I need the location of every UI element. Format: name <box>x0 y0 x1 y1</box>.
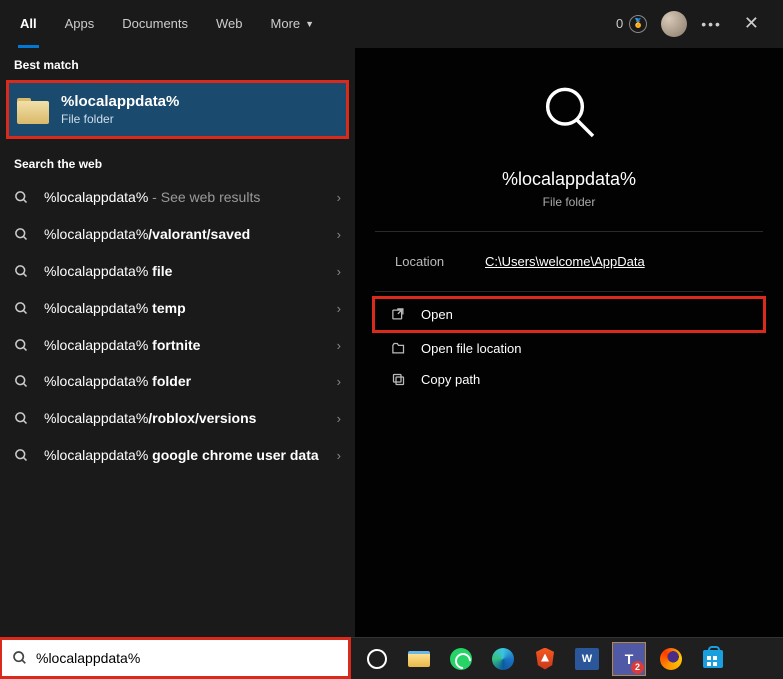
preview-title: %localappdata% <box>375 169 763 190</box>
chevron-right-icon[interactable]: › <box>337 190 341 205</box>
tab-more[interactable]: More▼ <box>257 0 329 48</box>
best-match-result[interactable]: %localappdata% File folder <box>6 80 349 139</box>
firefox-button[interactable] <box>657 645 685 673</box>
best-match-title: %localappdata% <box>61 93 179 110</box>
action-open-location[interactable]: Open file location <box>375 333 763 364</box>
main-content: Best match %localappdata% File folder Se… <box>0 48 783 637</box>
location-row: Location C:\Users\welcome\AppData <box>375 232 763 292</box>
rewards-indicator[interactable]: 0 🏅 <box>616 15 647 33</box>
copy-icon <box>389 372 407 387</box>
web-results-list: %localappdata% - See web results › %loca… <box>0 179 355 474</box>
web-result-label: %localappdata% folder <box>44 372 329 391</box>
web-result[interactable]: %localappdata% fortnite › <box>0 327 355 364</box>
search-input[interactable] <box>36 650 348 666</box>
web-result-label: %localappdata% google chrome user data <box>44 446 329 465</box>
web-result-label: %localappdata% fortnite <box>44 336 329 355</box>
action-open[interactable]: Open <box>372 296 766 333</box>
best-match-subtitle: File folder <box>61 112 179 126</box>
web-result[interactable]: %localappdata% folder › <box>0 363 355 400</box>
teams-button[interactable]: T2 <box>615 645 643 673</box>
chevron-down-icon: ▼ <box>305 19 314 29</box>
rewards-count: 0 <box>616 16 623 31</box>
whatsapp-icon <box>450 648 472 670</box>
web-section-label: Search the web <box>0 147 355 179</box>
search-icon <box>14 448 30 463</box>
user-avatar[interactable] <box>661 11 687 37</box>
search-icon <box>14 190 30 205</box>
search-icon <box>12 650 28 666</box>
search-icon <box>14 374 30 389</box>
chevron-right-icon[interactable]: › <box>337 227 341 242</box>
search-icon <box>14 264 30 279</box>
web-result[interactable]: %localappdata%/valorant/saved › <box>0 216 355 253</box>
close-button[interactable]: ✕ <box>736 9 767 38</box>
chevron-right-icon[interactable]: › <box>337 448 341 463</box>
search-icon <box>14 411 30 426</box>
tab-apps[interactable]: Apps <box>51 0 109 48</box>
web-result-label: %localappdata%/valorant/saved <box>44 225 329 244</box>
results-pane: Best match %localappdata% File folder Se… <box>0 48 355 637</box>
tab-documents[interactable]: Documents <box>108 0 202 48</box>
file-explorer-button[interactable] <box>405 645 433 673</box>
chevron-right-icon[interactable]: › <box>337 374 341 389</box>
folder-open-icon <box>389 341 407 356</box>
firefox-icon <box>660 648 682 670</box>
action-copy-path-label: Copy path <box>421 372 480 387</box>
cortana-button[interactable] <box>363 645 391 673</box>
brave-icon <box>536 648 554 670</box>
cortana-icon <box>367 649 387 669</box>
search-header: All Apps Documents Web More▼ 0 🏅 ••• ✕ <box>0 0 783 48</box>
search-icon <box>14 301 30 316</box>
web-result-label: %localappdata% temp <box>44 299 329 318</box>
folder-icon <box>17 96 49 124</box>
web-result-label: %localappdata% - See web results <box>44 188 329 207</box>
tab-all[interactable]: All <box>6 0 51 48</box>
action-open-location-label: Open file location <box>421 341 521 356</box>
location-label: Location <box>395 254 485 269</box>
notification-badge: 2 <box>631 661 644 674</box>
action-copy-path[interactable]: Copy path <box>375 364 763 395</box>
chevron-right-icon[interactable]: › <box>337 338 341 353</box>
word-button[interactable]: W <box>573 645 601 673</box>
location-link[interactable]: C:\Users\welcome\AppData <box>485 254 645 269</box>
word-icon: W <box>575 648 599 670</box>
bottom-bar: W T2 <box>0 637 783 679</box>
web-result[interactable]: %localappdata%/roblox/versions › <box>0 400 355 437</box>
preview-actions: Open Open file location Copy path <box>375 292 763 395</box>
preview-pane: %localappdata% File folder Location C:\U… <box>355 48 783 637</box>
medal-icon: 🏅 <box>629 15 647 33</box>
more-options-button[interactable]: ••• <box>701 16 722 32</box>
web-result[interactable]: %localappdata% - See web results › <box>0 179 355 216</box>
search-icon-large <box>537 80 601 144</box>
web-result[interactable]: %localappdata% google chrome user data › <box>0 437 355 474</box>
best-match-label: Best match <box>0 48 355 80</box>
search-icon <box>14 338 30 353</box>
filter-tabs: All Apps Documents Web More▼ <box>6 0 328 48</box>
edge-icon <box>492 648 514 670</box>
tab-web[interactable]: Web <box>202 0 257 48</box>
whatsapp-button[interactable] <box>447 645 475 673</box>
open-icon <box>389 307 407 322</box>
action-open-label: Open <box>421 307 453 322</box>
chevron-right-icon[interactable]: › <box>337 301 341 316</box>
web-result-label: %localappdata% file <box>44 262 329 281</box>
search-box[interactable] <box>0 637 351 679</box>
taskbar: W T2 <box>351 637 783 679</box>
chevron-right-icon[interactable]: › <box>337 411 341 426</box>
web-result[interactable]: %localappdata% file › <box>0 253 355 290</box>
explorer-icon <box>408 651 430 667</box>
header-right: 0 🏅 ••• ✕ <box>616 9 777 38</box>
web-result-label: %localappdata%/roblox/versions <box>44 409 329 428</box>
teams-icon: T2 <box>612 642 646 676</box>
brave-button[interactable] <box>531 645 559 673</box>
store-icon <box>703 650 723 668</box>
search-icon <box>14 227 30 242</box>
preview-subtitle: File folder <box>375 195 763 209</box>
store-button[interactable] <box>699 645 727 673</box>
edge-button[interactable] <box>489 645 517 673</box>
web-result[interactable]: %localappdata% temp › <box>0 290 355 327</box>
chevron-right-icon[interactable]: › <box>337 264 341 279</box>
